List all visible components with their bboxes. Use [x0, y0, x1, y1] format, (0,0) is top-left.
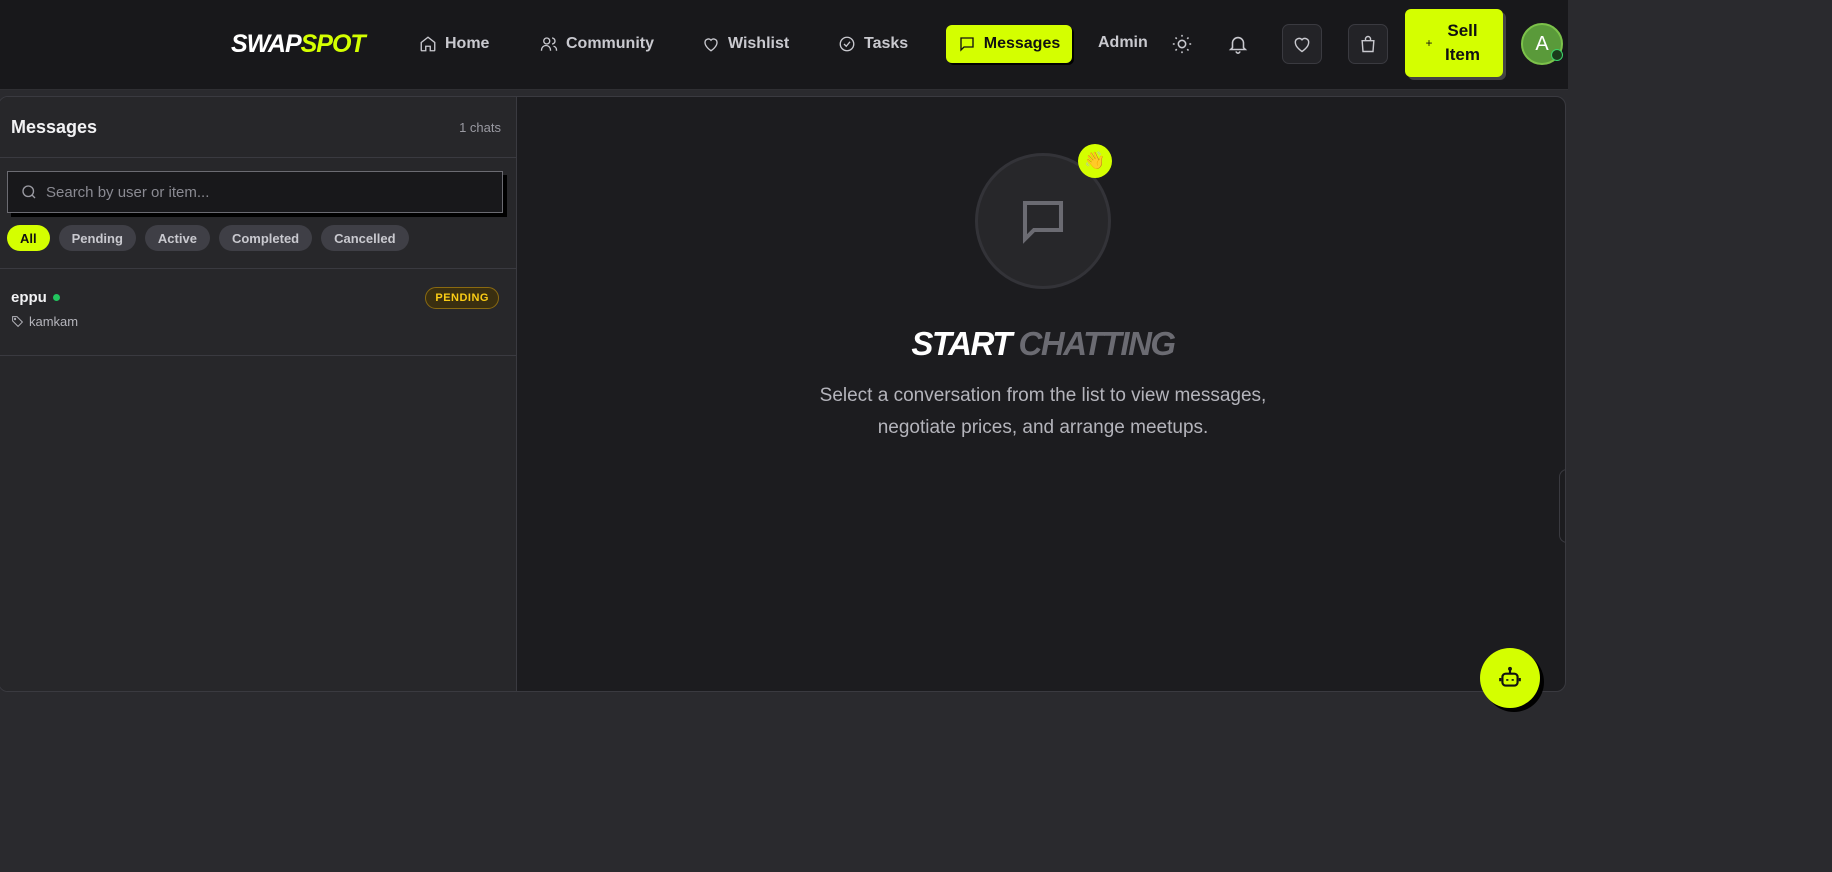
- shopping-bag-icon: [1361, 35, 1375, 53]
- theme-toggle[interactable]: [1171, 33, 1193, 55]
- nav-community-label: Community: [566, 35, 654, 52]
- filter-active[interactable]: Active: [144, 225, 210, 251]
- nav-wishlist-label: Wishlist: [728, 35, 790, 52]
- side-drawer-handle[interactable]: [1559, 469, 1565, 543]
- sell-item-label: Sell Item: [1445, 21, 1480, 64]
- chat-user: eppu: [11, 289, 60, 306]
- filter-completed[interactable]: Completed: [218, 225, 313, 251]
- search-box: [7, 171, 503, 213]
- search-input[interactable]: [46, 172, 486, 212]
- empty-state-title-part-2: CHATTING: [1018, 325, 1177, 362]
- nav-tasks[interactable]: Tasks: [838, 30, 908, 58]
- users-icon: [540, 37, 558, 51]
- sell-item-button[interactable]: + Sell Item: [1405, 9, 1503, 77]
- logo[interactable]: SWAPSPOT: [231, 30, 366, 59]
- home-icon: [420, 36, 436, 52]
- nav-wishlist[interactable]: Wishlist: [702, 30, 789, 58]
- top-navbar: SWAPSPOT Home Community Wishlist Tasks M…: [0, 0, 1568, 90]
- nav-home-label: Home: [445, 35, 490, 52]
- nav-messages[interactable]: Messages: [946, 25, 1072, 63]
- sidebar-header: Messages 1 chats: [0, 97, 517, 158]
- online-status-icon: [1551, 49, 1563, 61]
- message-square-icon: [1022, 200, 1064, 244]
- search-icon: [22, 185, 36, 199]
- chat-list-item[interactable]: eppu kamkam PENDING: [0, 269, 517, 356]
- empty-state-description: Select a conversation from the list to v…: [819, 385, 1267, 438]
- heart-icon: [1294, 37, 1310, 53]
- filter-cancelled[interactable]: Cancelled: [321, 225, 409, 251]
- sidebar-title: Messages: [11, 117, 98, 137]
- bell-icon: [1228, 36, 1248, 54]
- cart-button[interactable]: [1348, 24, 1388, 64]
- message-square-icon: [960, 37, 974, 52]
- notifications-button[interactable]: [1227, 33, 1249, 55]
- chat-count: 1 chats: [459, 120, 501, 135]
- avatar[interactable]: A: [1521, 23, 1563, 65]
- tag-icon: [12, 316, 24, 328]
- sun-icon: [1172, 34, 1192, 54]
- wave-hand-icon: 👋: [1078, 144, 1112, 178]
- chat-item-name: kamkam: [29, 314, 79, 329]
- wishlist-button[interactable]: [1282, 24, 1322, 64]
- nav-home[interactable]: Home: [419, 30, 489, 58]
- bot-icon: [1499, 666, 1521, 687]
- filter-all[interactable]: All: [7, 225, 50, 251]
- assistant-bot-button[interactable]: [1480, 648, 1540, 708]
- online-indicator-icon: [52, 294, 60, 301]
- check-circle-icon: [839, 36, 855, 52]
- chat-user-name: eppu: [11, 289, 47, 306]
- empty-state-title: START CHATTING: [818, 325, 1268, 363]
- chat-item: kamkam: [11, 314, 78, 329]
- filter-chips: All Pending Active Completed Cancelled: [7, 225, 409, 251]
- avatar-initial: A: [1535, 32, 1549, 55]
- messages-panel: Messages 1 chats All Pending Active Comp…: [0, 96, 1566, 692]
- nav-community[interactable]: Community: [540, 30, 654, 58]
- heart-icon: [704, 38, 718, 52]
- status-badge: PENDING: [425, 287, 499, 309]
- filter-pending[interactable]: Pending: [58, 225, 136, 251]
- chat-sidebar: Messages 1 chats All Pending Active Comp…: [0, 97, 517, 691]
- plus-icon: +: [1425, 36, 1433, 50]
- nav-admin[interactable]: Admin: [1098, 34, 1148, 52]
- logo-part-2: SPOT: [300, 30, 366, 58]
- logo-part-1: SWAP: [231, 30, 302, 58]
- nav-messages-label: Messages: [983, 35, 1061, 52]
- empty-state-title-part-1: START: [911, 325, 1012, 362]
- nav-tasks-label: Tasks: [864, 35, 909, 52]
